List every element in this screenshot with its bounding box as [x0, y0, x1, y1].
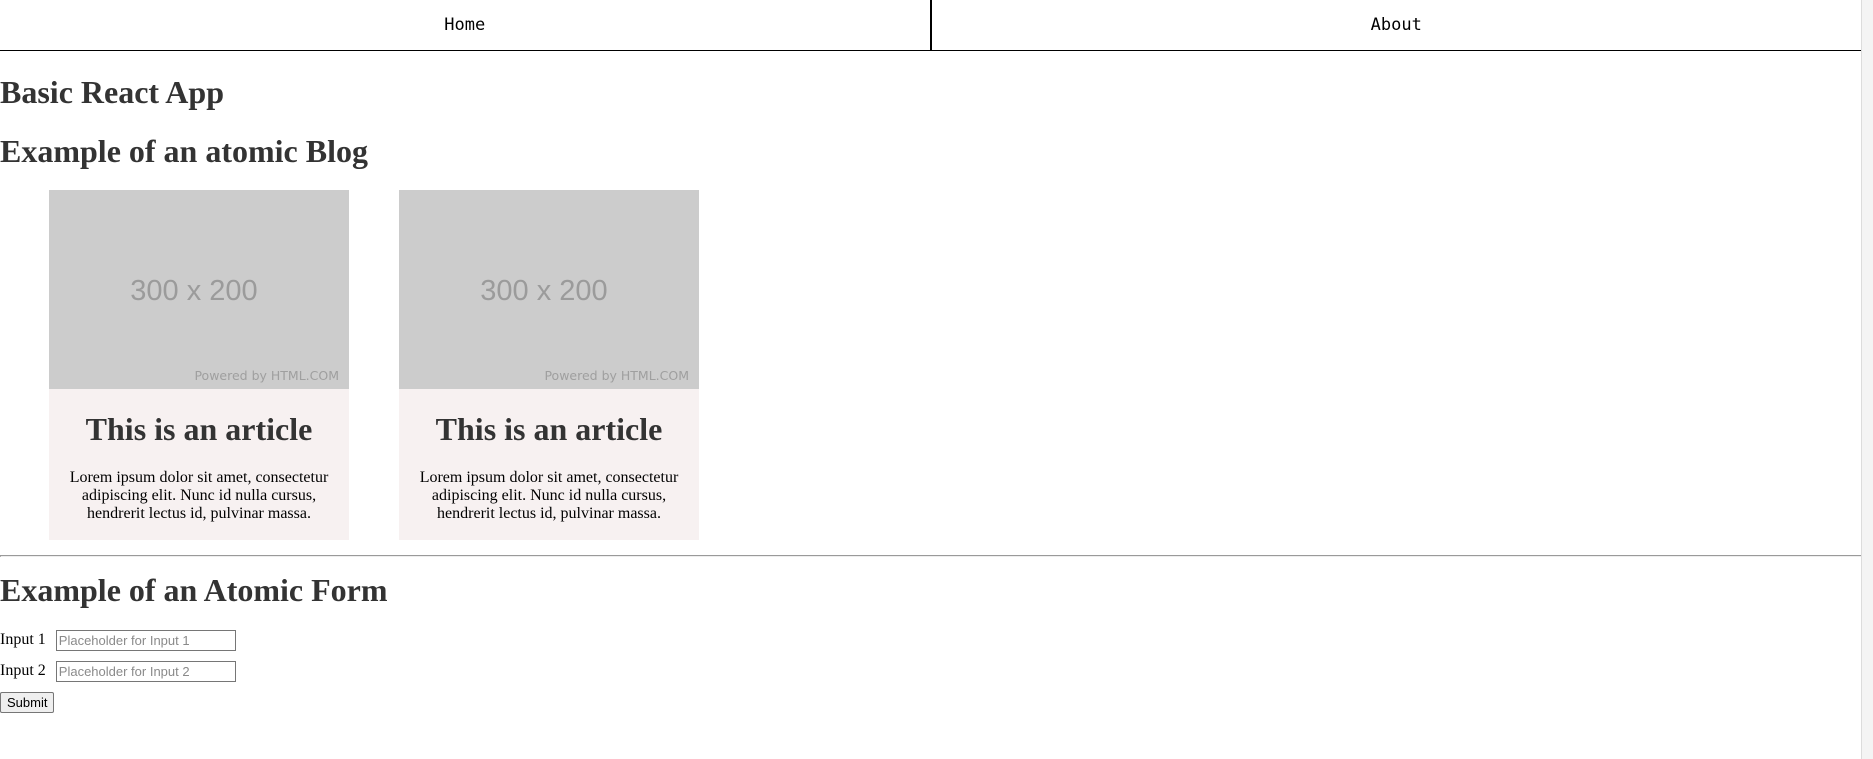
article-body: Lorem ipsum dolor sit amet, consectetur … [69, 469, 329, 522]
blog-heading: Example of an atomic Blog [0, 133, 368, 169]
submit-button[interactable]: Submit [0, 692, 55, 713]
article-title: This is an article [85, 411, 313, 447]
article-image: 300 x 200 Powered by HTML.COM [49, 190, 349, 389]
nav-item-label: Home [444, 15, 486, 35]
article-card: 300 x 200 Powered by HTML.COM This is an… [399, 190, 699, 540]
vertical-scrollbar[interactable] [1862, 0, 1873, 759]
article-card: 300 x 200 Powered by HTML.COM This is an… [49, 190, 349, 540]
image-credit: Powered by HTML.COM [544, 368, 689, 383]
input-1-field[interactable] [55, 629, 236, 651]
form-row-input-2: Input 2 [0, 660, 236, 682]
page: Home About Basic React App Example of an… [0, 0, 1864, 759]
nav-item-about[interactable]: About [929, 0, 1862, 50]
page-title: Basic React App [0, 74, 224, 110]
section-divider [0, 555, 1864, 557]
article-title: This is an article [435, 411, 663, 447]
nav-item-label: About [1370, 15, 1422, 35]
image-dimensions-label: 300 x 200 [480, 275, 608, 307]
article-image: 300 x 200 Powered by HTML.COM [399, 190, 699, 389]
top-nav: Home About [0, 0, 1862, 51]
input-1-label: Input 1 [0, 631, 46, 648]
nav-item-home[interactable]: Home [0, 0, 930, 50]
image-dimensions-label: 300 x 200 [130, 275, 258, 307]
form-heading: Example of an Atomic Form [0, 572, 388, 608]
article-body: Lorem ipsum dolor sit amet, consectetur … [419, 469, 679, 522]
input-2-label: Input 2 [0, 662, 46, 679]
input-2-field[interactable] [55, 660, 236, 682]
form-row-input-1: Input 1 [0, 629, 236, 651]
image-credit: Powered by HTML.COM [194, 368, 339, 383]
